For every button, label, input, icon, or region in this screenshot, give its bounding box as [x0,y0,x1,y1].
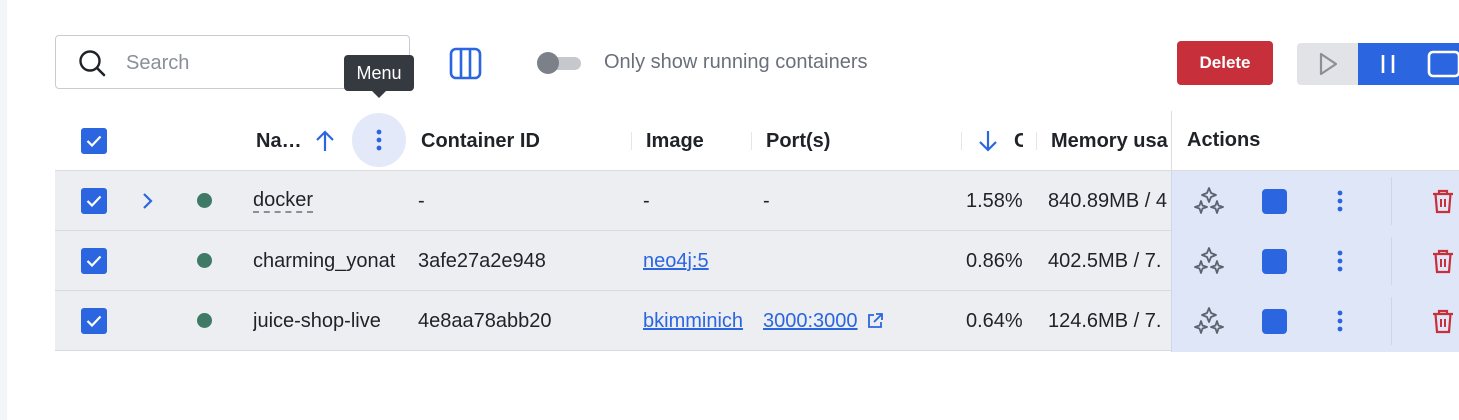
action-divider [1391,177,1392,225]
stop-container-icon[interactable] [1262,189,1287,214]
check-icon [86,255,102,267]
kebab-icon[interactable] [1337,310,1343,332]
stop-icon [1427,50,1459,78]
check-icon [86,195,102,207]
tooltip-text: Menu [356,62,402,83]
container-image: - [643,189,650,212]
column-separator [961,132,962,150]
container-cpu: 0.64% [966,309,1023,332]
sort-descending-icon[interactable] [977,129,999,153]
action-divider [1391,297,1392,345]
container-memory: 124.6MB / 7. [1048,309,1162,332]
container-ports [763,231,958,291]
stop-container-icon[interactable] [1262,249,1287,274]
container-id: 4e8aa78abb20 [418,309,552,332]
container-name[interactable]: charming_yonat [253,231,406,291]
column-memory-label: Memory usa [1051,129,1168,152]
stop-button[interactable] [1418,43,1459,85]
play-icon [1319,52,1337,76]
column-header-name[interactable]: Na… [256,111,300,171]
running-toggle-label: Only show running containers [604,51,868,73]
sort-ascending-icon[interactable] [314,129,336,153]
column-header-ports[interactable]: Port(s) [766,111,956,171]
container-ports[interactable]: 3000:3000 [763,291,961,351]
stop-container-icon[interactable] [1262,309,1287,334]
search-input[interactable] [124,48,348,78]
column-separator [751,132,752,150]
column-name-label: Na… [256,129,300,152]
row-checkbox[interactable] [81,188,107,214]
kebab-icon[interactable] [1337,190,1343,212]
running-status-dot [197,313,212,328]
left-edge [0,0,7,420]
running-status-dot [197,193,212,208]
container-id: - [418,189,425,212]
menu-tooltip: Menu [344,55,414,98]
trash-icon[interactable] [1431,188,1455,214]
column-actions-label: Actions [1187,129,1261,151]
pause-button[interactable] [1358,43,1418,85]
ai-sparkle-icon[interactable] [1194,186,1224,216]
containers-table: Na… Container ID Image Port(s) C Memory … [55,111,1459,352]
image-link[interactable]: neo4j:5 [643,250,709,273]
column-header-memory[interactable]: Memory usa [1051,111,1169,171]
column-header-image[interactable]: Image [646,111,746,171]
ai-sparkle-icon[interactable] [1194,246,1224,276]
trash-icon[interactable] [1431,308,1455,334]
columns-icon[interactable] [449,47,482,80]
pause-icon [1381,55,1395,73]
container-image[interactable]: neo4j:5 [643,231,751,291]
container-name[interactable]: juice-shop-live [253,291,406,351]
check-icon [86,135,102,147]
column-cpu-label: C [1014,129,1023,152]
column-ports-label: Port(s) [766,129,831,152]
container-name-text: docker [253,189,314,213]
external-link-icon[interactable] [866,312,884,330]
column-container-id-label: Container ID [421,129,540,152]
port-link[interactable]: 3000:3000 [763,310,858,333]
ai-sparkle-icon[interactable] [1194,306,1224,336]
running-status-dot [197,253,212,268]
image-link[interactable]: bkimminich [643,310,743,333]
kebab-icon[interactable] [1337,250,1343,272]
kebab-icon [376,129,382,151]
start-button[interactable] [1297,43,1358,85]
chevron-right-icon[interactable] [141,192,153,210]
row-checkbox[interactable] [81,248,107,274]
action-divider [1391,237,1392,285]
container-image[interactable]: bkimminich [643,291,751,351]
column-image-label: Image [646,129,704,152]
container-ports: - [763,189,770,212]
container-id: 3afe27a2e948 [418,249,546,272]
container-memory: 840.89MB / 4 [1048,189,1167,212]
container-cpu: 1.58% [966,189,1023,212]
container-memory: 402.5MB / 7. [1048,249,1162,272]
column-separator [631,132,632,150]
row-checkbox[interactable] [81,308,107,334]
delete-label: Delete [1199,53,1251,72]
column-separator [1036,132,1037,150]
running-toggle[interactable] [537,52,583,74]
delete-button[interactable]: Delete [1177,41,1273,85]
trash-icon[interactable] [1431,248,1455,274]
column-header-cpu[interactable]: C [1014,111,1023,171]
column-header-actions: Actions [1171,111,1459,171]
column-header-container-id[interactable]: Container ID [421,111,621,171]
select-all-checkbox[interactable] [81,128,107,154]
toggle-knob [537,52,559,74]
container-name[interactable]: docker [253,171,403,231]
check-icon [86,315,102,327]
column-menu-button[interactable] [352,113,406,167]
container-cpu: 0.86% [966,249,1023,272]
search-icon [79,50,106,77]
